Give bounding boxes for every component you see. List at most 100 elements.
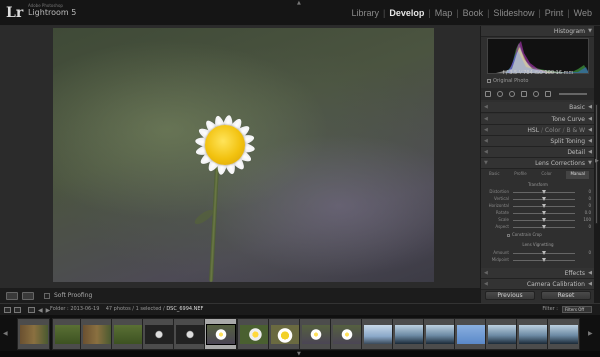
monitor-2-icon[interactable] xyxy=(14,307,21,313)
filmstrip-thumbnail[interactable] xyxy=(299,318,332,350)
slider-value[interactable]: 100 xyxy=(579,217,591,222)
previous-button[interactable]: Previous xyxy=(485,291,535,300)
slider-knob[interactable] xyxy=(541,210,546,215)
module-map[interactable]: Map xyxy=(431,8,457,18)
red-eye-icon[interactable] xyxy=(509,91,515,97)
lens-tab-color[interactable]: Color xyxy=(541,171,551,179)
filmstrip-thumbnail[interactable] xyxy=(485,318,518,350)
detail-header[interactable]: ◀ Detail ◀ xyxy=(481,147,595,158)
filmstrip-thumbnail[interactable] xyxy=(454,318,487,350)
scrollbar-thumb[interactable] xyxy=(595,104,598,224)
tool-strip xyxy=(481,88,595,100)
filmstrip-right-icon[interactable]: ▶ xyxy=(588,330,593,337)
filmstrip-thumbnail[interactable] xyxy=(361,318,394,350)
effects-header[interactable]: ◀ Effects ◀ xyxy=(481,268,595,279)
slider-knob[interactable] xyxy=(541,189,546,194)
lens-vignetting-title: Lens Vignetting xyxy=(522,242,554,247)
camera-calibration-header[interactable]: ◀ Camera Calibration ◀ xyxy=(481,279,595,290)
slider-knob[interactable] xyxy=(541,224,546,229)
grid-view-icon[interactable] xyxy=(28,307,35,313)
slider-value[interactable]: 0 xyxy=(579,203,591,208)
vignetting-slider-row[interactable]: Midpoint xyxy=(487,257,591,263)
split-toning-header[interactable]: ◀ Split Toning ◀ xyxy=(481,136,595,147)
filmstrip-toggle-icon[interactable]: ▼ xyxy=(297,351,301,357)
radial-filter-icon[interactable] xyxy=(533,91,539,97)
histogram[interactable] xyxy=(487,38,589,74)
filmstrip-thumbnail[interactable] xyxy=(268,318,301,350)
original-photo-checkbox[interactable]: Original Photo xyxy=(487,78,528,84)
filter-dropdown[interactable]: Filters Off xyxy=(562,306,592,313)
filmstrip-thumbnail[interactable] xyxy=(173,318,206,350)
bw-tab[interactable]: B & W xyxy=(566,127,585,134)
lens-corrections-header[interactable]: ▼ Lens Corrections ▼ xyxy=(481,158,595,169)
transform-slider-row[interactable]: Distortion 0 xyxy=(487,189,591,195)
hsl-header[interactable]: ◀ HSL / Color / B & W ◀ xyxy=(481,125,595,136)
filmstrip-thumbnail[interactable] xyxy=(142,318,175,350)
vignetting-slider-row[interactable]: Amount 0 xyxy=(487,250,591,256)
slider-knob[interactable] xyxy=(541,257,546,262)
module-book[interactable]: Book xyxy=(459,8,488,18)
slider-value[interactable]: 0.0 xyxy=(579,210,591,215)
tone-curve-header[interactable]: ◀ Tone Curve ◀ xyxy=(481,114,595,125)
reset-button[interactable]: Reset xyxy=(541,291,591,300)
loupe-view-button[interactable] xyxy=(6,291,18,300)
filmstrip-thumbnail[interactable] xyxy=(547,318,580,350)
app-brand: Adobe Photoshop Lightroom 5 xyxy=(28,3,76,17)
filmstrip-thumbnail[interactable] xyxy=(237,318,270,350)
filmstrip-thumbnail[interactable] xyxy=(392,318,425,350)
slider-label: Scale xyxy=(498,217,509,222)
module-print[interactable]: Print xyxy=(541,8,568,18)
constrain-crop-checkbox[interactable]: Constrain Crop xyxy=(507,232,542,237)
filmstrip-thumbnail[interactable] xyxy=(80,318,113,350)
transform-slider-row[interactable]: Horizontal 0 xyxy=(487,203,591,209)
slider-value[interactable]: 0 xyxy=(579,250,591,255)
photo-frame xyxy=(53,28,434,282)
slider-knob[interactable] xyxy=(541,217,546,222)
lens-tab-manual[interactable]: Manual xyxy=(566,171,589,179)
filmstrip-thumbnail[interactable] xyxy=(17,318,50,350)
filmstrip-thumbnail-selected[interactable] xyxy=(204,318,237,350)
graduated-filter-icon[interactable] xyxy=(521,91,527,97)
before-after-button[interactable] xyxy=(22,291,34,300)
soft-proofing-checkbox[interactable] xyxy=(44,292,50,299)
filmstrip-thumbnail[interactable] xyxy=(516,318,549,350)
slider-knob[interactable] xyxy=(541,250,546,255)
top-panel-toggle-icon[interactable]: ▲ xyxy=(297,0,301,6)
slider-value[interactable]: 0 xyxy=(579,189,591,194)
monitor-1-icon[interactable] xyxy=(4,307,11,313)
filmstrip-source-info: Folder : 2013-06-19 47 photos / 1 select… xyxy=(50,306,203,312)
filmstrip-thumbnail[interactable] xyxy=(423,318,456,350)
module-web[interactable]: Web xyxy=(570,8,596,18)
transform-slider-row[interactable]: Rotate 0.0 xyxy=(487,210,591,216)
transform-slider-row[interactable]: Scale 100 xyxy=(487,217,591,223)
collapse-arrow-icon: ▼ xyxy=(588,28,592,34)
right-panel-toggle-icon[interactable]: ▶ xyxy=(595,158,599,164)
module-slideshow[interactable]: Slideshow xyxy=(489,8,538,18)
right-panel-scrollbar[interactable] xyxy=(594,26,600,303)
filmstrip-left-icon[interactable]: ◀ xyxy=(3,330,8,337)
transform-slider-row[interactable]: Vertical 0 xyxy=(487,196,591,202)
lens-tab-profile[interactable]: Profile xyxy=(514,171,526,179)
filmstrip-thumbnail[interactable] xyxy=(111,318,144,350)
histogram-graph xyxy=(496,41,588,73)
histogram-header[interactable]: Histogram ▼ xyxy=(481,26,595,37)
crop-tool-icon[interactable] xyxy=(485,91,491,97)
module-develop[interactable]: Develop xyxy=(385,8,428,18)
module-library[interactable]: Library xyxy=(347,8,383,18)
back-arrow-icon[interactable]: ◀ xyxy=(38,307,43,314)
transform-slider-row[interactable]: Aspect 0 xyxy=(487,224,591,230)
basic-header[interactable]: ◀ Basic ◀ xyxy=(481,102,595,113)
adjustment-brush-icon[interactable] xyxy=(545,91,551,97)
folder-label[interactable]: Folder : 2013-06-19 xyxy=(50,306,99,312)
filmstrip-thumbnail[interactable] xyxy=(330,318,363,350)
lens-tab-basic[interactable]: Basic xyxy=(489,171,500,179)
spot-removal-icon[interactable] xyxy=(497,91,503,97)
daisy-photo[interactable] xyxy=(53,28,434,282)
tool-slider[interactable] xyxy=(559,93,587,95)
slider-value[interactable]: 0 xyxy=(579,224,591,229)
hsl-tab[interactable]: HSL xyxy=(527,127,539,134)
slider-knob[interactable] xyxy=(541,196,546,201)
slider-knob[interactable] xyxy=(541,203,546,208)
slider-value[interactable]: 0 xyxy=(579,196,591,201)
color-tab[interactable]: Color xyxy=(545,127,561,134)
